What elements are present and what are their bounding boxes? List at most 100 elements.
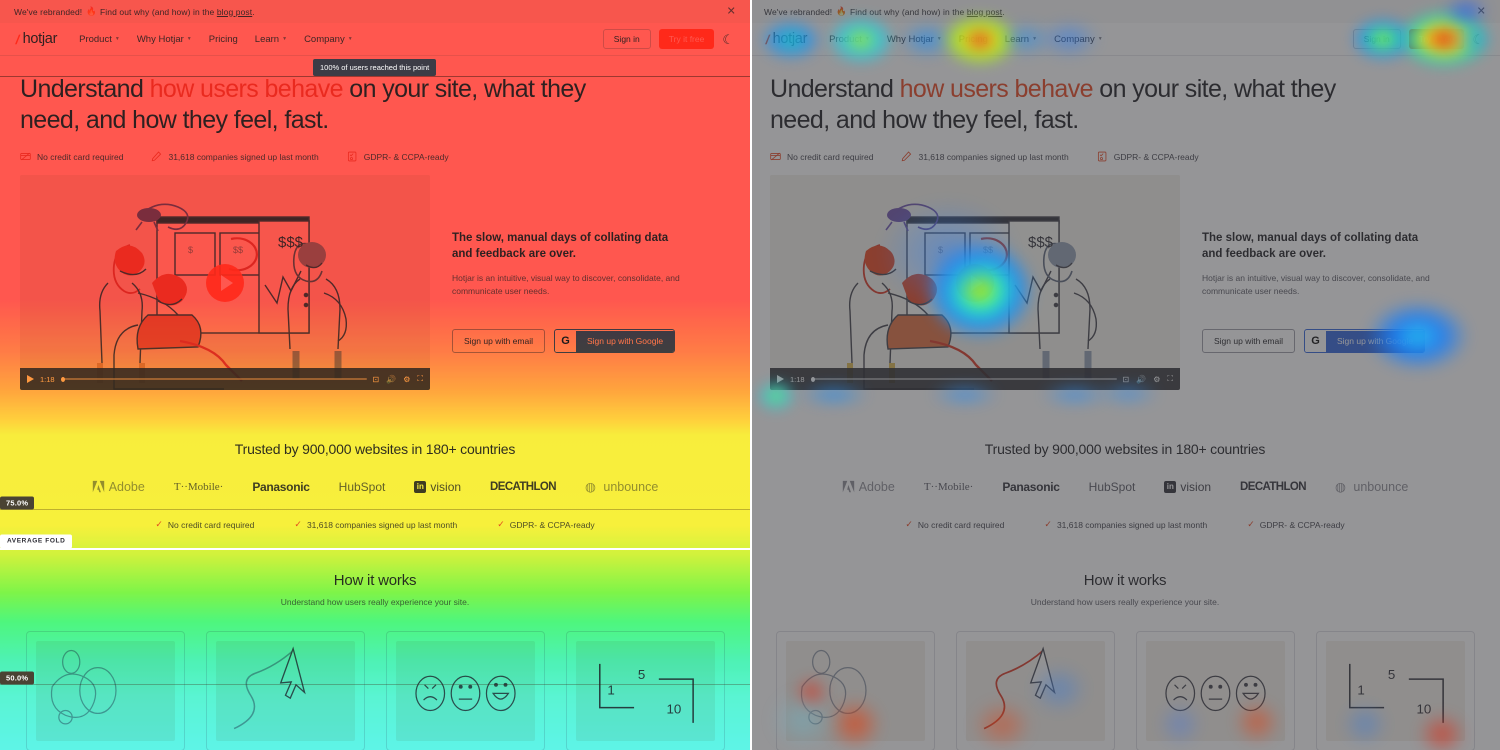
nav-item-learn[interactable]: Learn ▼ [1005,34,1037,45]
surveys-card[interactable]: 1 5 10 [565,631,725,750]
page-title: Understand how users behave on your site… [20,74,640,135]
click-heatmap-panel[interactable]: We've rebranded! 🔥 Find out why (and how… [750,0,1500,750]
banner-blog-link[interactable]: blog post [967,7,1002,17]
trusted-section: Trusted by 900,000 websites in 180+ coun… [750,441,1500,530]
check-label: No credit card required [917,519,1005,530]
svg-text:$$$: $$$ [1028,234,1054,251]
try-it-free-button[interactable]: Try it free [658,29,715,49]
feature-no-credit-card: No credit card required [20,151,123,162]
trust-checks: ✓ No credit card required ✓ 31,618 compani… [750,519,1500,530]
trusted-heading: Trusted by 900,000 websites in 180+ coun… [984,441,1266,457]
cc-icon[interactable]: ⊡ [1123,375,1130,384]
play-icon[interactable] [206,263,244,302]
play-icon[interactable] [956,263,994,302]
check-icon: ✓ [1247,519,1255,529]
copy-body: Hotjar is an intuitive, visual way to di… [452,273,680,297]
hero-video-player[interactable]: $$$ $ $$ 1:18 ⊡ 🔊 ⚙ ⛶ [770,175,1180,390]
sign-in-button[interactable]: Sign in [1352,29,1401,49]
card-art-cursor [965,641,1105,741]
sign-up-email-button[interactable]: Sign up with email [1202,329,1295,354]
moon-icon[interactable]: ☾ [1472,33,1484,46]
sign-in-button[interactable]: Sign in [602,29,651,49]
cta-group: Sign up with email G Sign up with Google [1202,329,1480,354]
feedback-card[interactable] [1135,631,1295,750]
feature-label: 31,618 companies signed up last month [168,151,319,162]
hero-video-player[interactable]: $$$ $ $$ 1:18 ⊡ 🔊 ⚙ ⛶ [20,175,430,390]
play-icon[interactable] [27,375,34,383]
settings-icon[interactable]: ⚙ [403,375,410,384]
pen-icon [902,151,912,162]
volume-icon[interactable]: 🔊 [386,375,396,384]
recordings-card[interactable] [955,631,1115,750]
logo-unbounce: ◍ unbounce [1334,479,1409,495]
nav-item-product[interactable]: Product ▼ [829,34,870,45]
video-time: 1:18 [40,374,55,384]
faces-illustration [1164,675,1266,712]
feedback-card[interactable] [385,631,545,750]
chevron-down-icon: ▼ [864,35,870,42]
nav-item-company[interactable]: Company ▼ [304,34,353,45]
nav-item-why-hotjar[interactable]: Why Hotjar ▼ [887,34,942,45]
trusted-section: Trusted by 900,000 websites in 180+ coun… [0,441,750,530]
heatmaps-card[interactable] [775,631,935,750]
panel-divider [750,0,752,750]
adobe-icon [842,480,854,493]
try-it-free-button[interactable]: Try it free [1408,29,1465,49]
adobe-icon [92,480,104,493]
surveys-card[interactable]: 1 5 10 [1315,631,1475,750]
cc-icon[interactable]: ⊡ [373,375,380,384]
how-subheading: Understand how users really experience y… [280,597,470,607]
close-icon[interactable]: ✕ [1477,6,1486,17]
page-replica-left: We've rebranded! 🔥 Find out why (and how… [0,0,750,750]
credit-card-icon [770,152,781,161]
svg-text:10: 10 [1416,701,1431,716]
video-controls[interactable]: 1:18 ⊡ 🔊 ⚙ ⛶ [20,368,430,390]
moon-icon[interactable]: ☾ [722,33,734,46]
google-icon: G [1304,330,1326,352]
feature-companies: 31,618 companies signed up last month [901,151,1069,162]
banner-text-before: We've rebranded! [764,6,833,17]
nav-item-pricing[interactable]: Pricing [959,34,988,45]
how-it-works-section: How it works Understand how users really… [750,572,1500,607]
banner-text-after: . [1002,6,1005,17]
nav-item-pricing[interactable]: Pricing [209,34,238,45]
feature-label: No credit card required [37,151,124,162]
sign-up-google-button[interactable]: G Sign up with Google [1303,329,1426,354]
close-icon[interactable]: ✕ [727,6,736,17]
hotjar-logo[interactable]: / hotjar [14,31,58,47]
logo-label: Adobe [108,479,145,494]
nav-item-why-hotjar[interactable]: Why Hotjar ▼ [137,34,192,45]
chevron-down-icon: ▼ [936,35,942,42]
video-controls[interactable]: 1:18 ⊡ 🔊 ⚙ ⛶ [770,368,1180,390]
invision-mark: in [1164,480,1177,493]
nav-item-product[interactable]: Product ▼ [79,34,120,45]
banner-blog-link[interactable]: blog post [217,7,252,17]
check-no-credit-card: ✓ No credit card required [155,519,254,530]
settings-icon[interactable]: ⚙ [1153,375,1160,384]
check-label: 31,618 companies signed up last month [306,519,458,530]
heatmap-comparison-stage: We've rebranded! 🔥 Find out why (and how… [0,0,1500,750]
fullscreen-icon[interactable]: ⛶ [1167,374,1173,384]
scroll-heatmap-panel[interactable]: We've rebranded! 🔥 Find out why (and how… [0,0,750,750]
nav-item-learn[interactable]: Learn ▼ [255,34,287,45]
sign-up-email-button[interactable]: Sign up with email [452,329,545,354]
logo-invision: in vision [1164,480,1211,494]
logo-adobe: Adobe [92,480,145,494]
chevron-down-icon: ▼ [114,35,120,42]
recordings-card[interactable] [205,631,365,750]
nav-item-company[interactable]: Company ▼ [1054,34,1103,45]
hotjar-logo[interactable]: / hotjar [764,31,807,47]
nav-label: Company [304,33,345,45]
hotjar-logo-text: hotjar [22,31,58,47]
how-heading: How it works [333,572,417,589]
video-progress-slider[interactable] [60,376,367,382]
fullscreen-icon[interactable]: ⛶ [417,374,423,384]
heatmaps-card[interactable] [25,631,185,750]
svg-text:1: 1 [1357,682,1364,697]
play-icon[interactable] [777,375,784,383]
logo-label: unbounce [1353,479,1409,494]
video-progress-slider[interactable] [810,376,1117,382]
invision-mark: in [414,480,427,493]
volume-icon[interactable]: 🔊 [1136,375,1146,384]
sign-up-google-button[interactable]: G Sign up with Google [553,329,676,354]
